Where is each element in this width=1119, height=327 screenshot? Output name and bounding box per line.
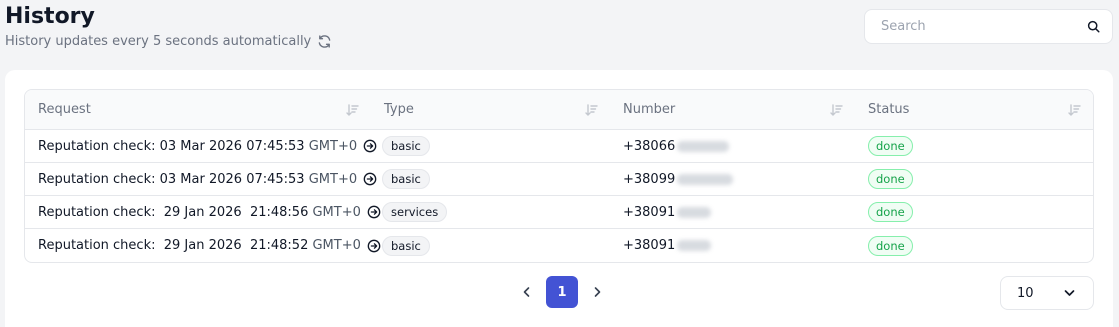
column-header-status[interactable]: Status — [855, 90, 1093, 129]
chevron-right-icon — [594, 287, 601, 297]
request-timezone: GMT+0 — [308, 138, 358, 154]
table-row[interactable]: Reputation check: 03 Mar 2026 07:45:53 G… — [25, 130, 1093, 163]
sort-icon[interactable] — [346, 103, 359, 116]
subtitle-text: History updates every 5 seconds automati… — [5, 34, 312, 49]
request-cell: Reputation check: 29 Jan 2026 21:48:52 G… — [25, 229, 381, 262]
page-size-select[interactable]: 10 — [1000, 276, 1094, 310]
column-label: Number — [623, 102, 676, 117]
request-timezone: GMT+0 — [308, 171, 358, 187]
number-cell: +38066 — [610, 130, 855, 162]
redacted-digits — [677, 140, 730, 152]
type-badge: basic — [382, 235, 430, 256]
request-date: 29 Jan 2026 — [163, 204, 242, 220]
next-page-button[interactable] — [583, 276, 611, 308]
request-prefix: Reputation check: — [38, 238, 156, 253]
status-cell: done — [855, 229, 1093, 262]
status-cell: done — [855, 130, 1093, 162]
status-badge: done — [868, 202, 913, 222]
search-box[interactable] — [864, 9, 1113, 44]
request-time: 07:45:53 — [246, 138, 305, 154]
redacted-digits — [677, 240, 712, 251]
sort-icon[interactable] — [585, 103, 598, 116]
request-prefix: Reputation check: — [38, 171, 156, 187]
chevron-down-icon — [1064, 290, 1075, 296]
phone-number: +38099 — [623, 171, 676, 187]
status-badge: done — [868, 169, 913, 189]
request-cell: Reputation check: 03 Mar 2026 07:45:53 G… — [25, 163, 377, 195]
number-cell: +38099 — [610, 163, 855, 195]
sort-icon[interactable] — [830, 103, 843, 116]
table-header: Request Type Number Status — [25, 90, 1093, 130]
type-cell: basic — [371, 130, 610, 162]
type-cell: basic — [371, 229, 610, 262]
search-input[interactable] — [881, 19, 1087, 34]
type-badge: basic — [382, 136, 430, 156]
previous-page-button[interactable] — [513, 276, 541, 308]
table-row[interactable]: Reputation check: 29 Jan 2026 21:48:52 G… — [25, 229, 1093, 262]
request-timezone: GMT+0 — [312, 238, 361, 253]
status-cell: done — [855, 163, 1093, 195]
table-row[interactable]: Reputation check: 03 Mar 2026 07:45:53 G… — [25, 163, 1093, 196]
page-number-button[interactable]: 1 — [546, 276, 578, 308]
type-badge: services — [382, 202, 448, 222]
request-prefix: Reputation check: — [38, 204, 156, 220]
request-time: 21:48:52 — [249, 238, 309, 253]
status-cell: done — [855, 196, 1093, 228]
status-badge: done — [868, 136, 913, 156]
history-panel: Request Type Number Status Reputation ch… — [5, 70, 1113, 327]
redacted-digits — [677, 173, 734, 185]
request-date: 29 Jan 2026 — [163, 238, 242, 253]
pagination: 1 — [513, 276, 611, 308]
request-cell: Reputation check: 03 Mar 2026 07:45:53 G… — [25, 130, 377, 162]
number-cell: +38091 — [610, 196, 855, 228]
status-badge: done — [868, 235, 913, 256]
column-header-request[interactable]: Request — [25, 90, 371, 129]
type-badge: basic — [382, 169, 430, 189]
request-time: 21:48:56 — [249, 204, 309, 220]
subtitle: History updates every 5 seconds automati… — [5, 34, 332, 49]
request-cell: Reputation check: 29 Jan 2026 21:48:56 G… — [25, 196, 381, 228]
page-title: History — [5, 4, 95, 29]
history-table: Request Type Number Status Reputation ch… — [24, 89, 1094, 263]
page-size-value: 10 — [1017, 285, 1034, 301]
column-label: Status — [868, 102, 910, 117]
request-time: 07:45:53 — [246, 171, 305, 187]
phone-number: +38091 — [623, 204, 676, 220]
request-date: 03 Mar 2026 — [159, 138, 243, 154]
chevron-left-icon — [523, 287, 530, 297]
phone-number: +38091 — [623, 238, 676, 253]
request-date: 03 Mar 2026 — [159, 171, 243, 187]
column-label: Type — [384, 102, 414, 117]
request-prefix: Reputation check: — [38, 138, 156, 154]
redacted-digits — [677, 206, 712, 218]
column-header-number[interactable]: Number — [610, 90, 855, 129]
number-cell: +38091 — [610, 229, 855, 262]
column-label: Request — [38, 102, 91, 117]
sort-icon[interactable] — [1068, 103, 1081, 116]
table-row[interactable]: Reputation check: 29 Jan 2026 21:48:56 G… — [25, 196, 1093, 229]
type-cell: basic — [371, 163, 610, 195]
type-cell: services — [371, 196, 610, 228]
search-icon[interactable] — [1087, 20, 1100, 33]
column-header-type[interactable]: Type — [371, 90, 610, 129]
refresh-icon[interactable] — [317, 34, 332, 49]
phone-number: +38066 — [623, 138, 676, 154]
request-timezone: GMT+0 — [312, 204, 361, 220]
